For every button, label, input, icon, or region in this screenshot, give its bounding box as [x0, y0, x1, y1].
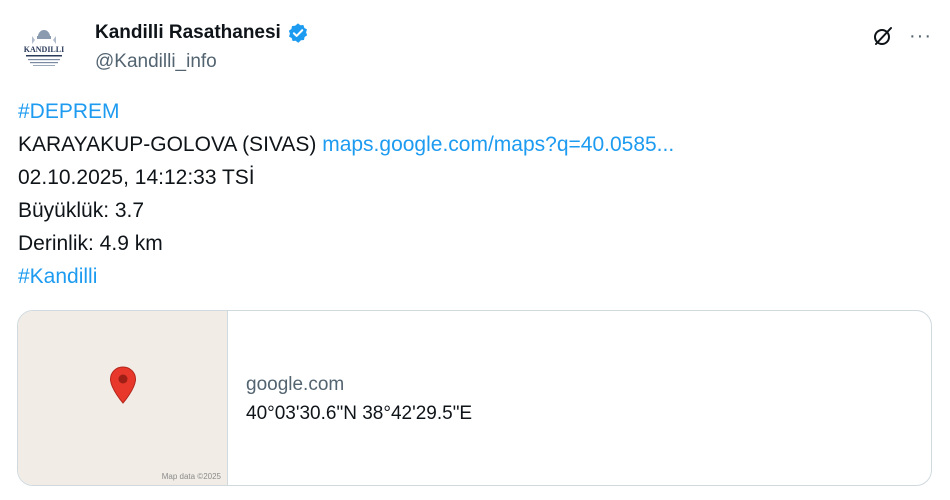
tweet-top-actions: ···	[871, 24, 932, 48]
map-credit: Map data ©2025	[161, 472, 221, 481]
depth-text: Derinlik: 4.9 km	[18, 232, 163, 255]
location-text: KARAYAKUP-GOLOVA (SIVAS)	[18, 133, 317, 156]
tweet[interactable]: KANDILLI Kandilli Rasathanesi @Kandilli_…	[0, 0, 950, 500]
tweet-text: #DEPREM KARAYAKUP-GOLOVA (SIVAS) maps.go…	[18, 95, 674, 293]
link-preview-card[interactable]: Map data ©2025 google.com 40°03'30.6"N 3…	[17, 310, 932, 486]
datetime-text: 02.10.2025, 14:12:33 TSİ	[18, 166, 255, 189]
magnitude-text: Büyüklük: 3.7	[18, 199, 145, 222]
kandilli-logo-icon: KANDILLI	[16, 22, 72, 78]
grok-icon[interactable]	[871, 24, 895, 48]
card-domain: google.com	[246, 374, 345, 395]
hashtag-kandilli[interactable]: #Kandilli	[18, 265, 97, 288]
author-handle[interactable]: @Kandilli_info	[95, 51, 217, 73]
author-name-row[interactable]: Kandilli Rasathanesi	[95, 22, 309, 44]
card-title: 40°03'30.6"N 38°42'29.5"E	[246, 403, 473, 424]
map-thumbnail[interactable]: Map data ©2025	[18, 311, 228, 485]
verified-badge-icon	[287, 22, 309, 44]
hashtag-deprem[interactable]: #DEPREM	[18, 100, 120, 123]
avatar[interactable]: KANDILLI	[16, 22, 72, 78]
svg-text:KANDILLI: KANDILLI	[24, 45, 64, 54]
more-options-icon[interactable]: ···	[909, 26, 932, 46]
map-pin-icon	[109, 366, 137, 404]
card-info[interactable]: google.com 40°03'30.6"N 38°42'29.5"E	[228, 311, 931, 485]
maps-link[interactable]: maps.google.com/maps?q=40.0585...	[322, 133, 674, 156]
display-name[interactable]: Kandilli Rasathanesi	[95, 22, 281, 44]
